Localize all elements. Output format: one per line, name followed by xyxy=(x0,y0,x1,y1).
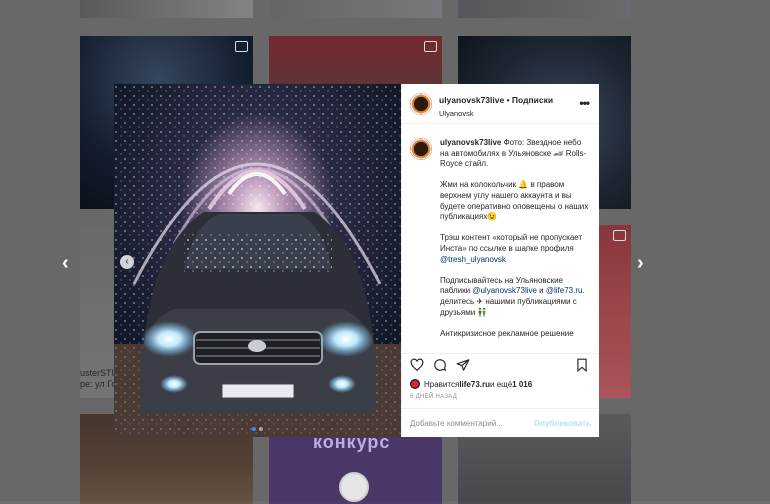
mention-link[interactable]: @tresh_ulyanovsk xyxy=(440,255,506,264)
follow-button[interactable]: Подписки xyxy=(512,95,553,105)
caption-paragraph: Антикризисное рекламное решение xyxy=(440,328,574,338)
post-caption: ulyanovsk73live Фото: Звездное небо на а… xyxy=(440,138,591,353)
share-icon[interactable] xyxy=(456,358,470,372)
post-date[interactable]: 6 ДНЕЙ НАЗАД xyxy=(402,389,599,400)
next-post-arrow-icon[interactable]: › xyxy=(637,252,644,275)
liker-avatar[interactable] xyxy=(410,379,420,389)
prev-post-arrow-icon[interactable]: ‹ xyxy=(62,252,69,275)
carousel-prev-icon[interactable]: ‹ xyxy=(120,255,134,269)
publish-button[interactable]: Опубликовать xyxy=(534,419,591,428)
location-link[interactable]: Ulyanovsk xyxy=(439,109,553,118)
header-username[interactable]: ulyanovsk73live xyxy=(439,95,504,105)
caption-text: и xyxy=(536,286,546,296)
likes-middle: и ещё xyxy=(490,379,513,389)
avatar[interactable] xyxy=(410,138,432,160)
caption-username[interactable]: ulyanovsk73live xyxy=(440,138,501,147)
heart-icon[interactable] xyxy=(410,358,424,372)
likes-summary: Нравится life73.ru и ещё 1 016 xyxy=(402,376,599,389)
action-bar xyxy=(402,353,599,376)
mention-link[interactable]: @ulyanovsk73live xyxy=(472,286,537,295)
carousel-dots xyxy=(252,427,263,431)
post-photo[interactable]: ‹ xyxy=(114,84,401,437)
carousel-dot xyxy=(252,427,256,431)
comment-form: Добавьте комментарий... Опубликовать xyxy=(402,408,599,437)
mention-link[interactable]: @life73.ru xyxy=(546,286,583,295)
likes-prefix: Нравится xyxy=(424,379,460,389)
post-comments: ulyanovsk73live Фото: Звездное небо на а… xyxy=(402,124,599,353)
bookmark-icon[interactable] xyxy=(575,358,589,372)
avatar[interactable] xyxy=(410,92,432,115)
likes-count[interactable]: 1 016 xyxy=(512,380,532,389)
caption-paragraph: Трэш контент «который не пропускает Инст… xyxy=(440,233,585,253)
post-sidebar: ulyanovsk73live • Подписки Ulyanovsk •••… xyxy=(401,84,599,437)
liker-username[interactable]: life73.ru xyxy=(459,380,490,389)
comment-input[interactable]: Добавьте комментарий... xyxy=(410,419,503,428)
caption-paragraph: Жми на колокольчик 🔔 в правом верхнем уг… xyxy=(440,180,591,222)
carousel-dot xyxy=(259,427,263,431)
more-options-icon[interactable]: ••• xyxy=(579,96,590,110)
comment-icon[interactable] xyxy=(433,358,447,372)
post-header: ulyanovsk73live • Подписки Ulyanovsk ••• xyxy=(402,84,599,124)
follow-separator: • xyxy=(504,94,512,105)
post-modal: ‹ ulyanovsk73live • Подписки Ulyanovsk •… xyxy=(114,84,599,437)
car-under-lights-image xyxy=(114,84,401,437)
